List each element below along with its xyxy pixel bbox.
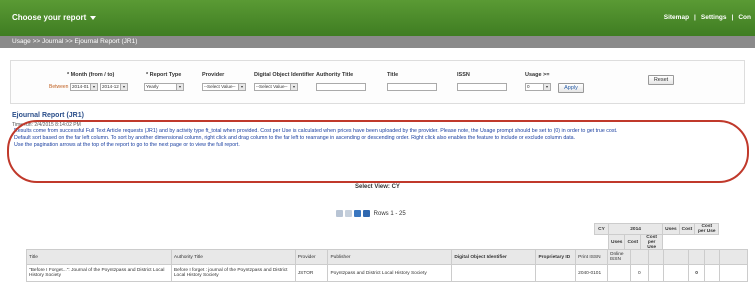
usage-label: Usage >= xyxy=(525,72,550,78)
choose-report-menu[interactable]: Choose your report xyxy=(12,13,97,22)
cell-doi xyxy=(451,264,537,282)
select-view[interactable]: Select View: CY xyxy=(355,184,400,190)
settings-link[interactable]: Settings xyxy=(701,14,727,21)
first-page-icon[interactable] xyxy=(336,210,343,217)
report-type-select[interactable]: Yearly xyxy=(144,83,184,91)
breadcrumb-bar: Usage >> Journal >> Ejournal Report (JR1… xyxy=(0,36,755,48)
month-to-select[interactable]: 2014-12 xyxy=(100,83,128,91)
col-authority-title[interactable]: Authority Title xyxy=(170,249,296,265)
month-label: * Month (from / to) xyxy=(67,72,115,78)
top-links: Sitemap | Settings | Con xyxy=(663,14,751,21)
cell-title: "Before I Forget...": Journal of the Poy… xyxy=(26,264,172,282)
highlight-oval xyxy=(7,120,749,183)
col-doi[interactable]: Digital Object Identifier xyxy=(451,249,537,265)
between-label: Between xyxy=(49,84,69,90)
usage-select[interactable]: 0 xyxy=(525,83,551,91)
cell-print-issn: 2040-0101 xyxy=(575,264,608,282)
cpu-total-header: Cost per Use xyxy=(694,223,720,235)
breadcrumb[interactable]: Usage >> Journal >> Ejournal Report (JR1… xyxy=(12,38,137,45)
report-table: Title Authority Title Provider Publisher… xyxy=(26,249,749,282)
cost-total-header: Cost xyxy=(678,223,696,235)
table-header-row: Title Authority Title Provider Publisher… xyxy=(26,249,749,265)
pagination: Rows 1 - 25 xyxy=(336,210,406,217)
sitemap-link[interactable]: Sitemap xyxy=(664,14,689,21)
apply-button[interactable]: Apply xyxy=(558,83,584,93)
reset-button[interactable]: Reset xyxy=(648,75,674,85)
col-print-issn[interactable]: Print ISSN xyxy=(575,249,608,265)
title-label: Title xyxy=(387,72,399,78)
title-input[interactable] xyxy=(387,83,437,91)
col-online-issn[interactable]: Online ISSN xyxy=(606,249,632,265)
filter-panel: * Month (from / to) Between 2014-01 2014… xyxy=(10,60,745,104)
measure-header: CY 2014 Uses Cost Cost per Use Uses Cost… xyxy=(594,223,720,251)
chevron-down-icon xyxy=(90,15,97,20)
col-proprietary-id[interactable]: Proprietary ID xyxy=(535,249,577,265)
top-bar: Choose your report Sitemap | Settings | Con xyxy=(0,0,755,36)
cell-provider: JSTOR xyxy=(294,264,329,282)
authority-title-input[interactable] xyxy=(316,83,366,91)
cell-online-issn xyxy=(606,264,632,282)
cell-authority-title: Before I forget : journal of the Poyntzp… xyxy=(170,264,296,282)
doi-label: Digital Object Identifier xyxy=(254,72,315,78)
provider-label: Provider xyxy=(202,72,225,78)
cell-proprietary-id xyxy=(535,264,577,282)
report-type-label: * Report Type xyxy=(146,72,182,78)
report-title: Ejournal Report (JR1) xyxy=(12,112,84,119)
authority-title-label: Authority Title xyxy=(316,72,354,78)
previous-page-icon[interactable] xyxy=(345,210,352,217)
col-provider[interactable]: Provider xyxy=(294,249,329,265)
last-page-icon[interactable] xyxy=(363,210,370,217)
cell-uses-2014: 0 xyxy=(630,264,649,282)
next-page-icon[interactable] xyxy=(354,210,361,217)
col-publisher[interactable]: Publisher xyxy=(327,249,453,265)
uses-total-header: Uses xyxy=(662,223,680,235)
rows-label: Rows 1 - 25 xyxy=(373,211,406,218)
provider-select[interactable]: --Select Value-- xyxy=(202,83,246,91)
year-cell: 2014 xyxy=(607,223,664,235)
contact-link[interactable]: Con xyxy=(738,14,751,21)
issn-input[interactable] xyxy=(457,83,507,91)
month-from-select[interactable]: 2014-01 xyxy=(70,83,98,91)
doi-select[interactable]: --Select Value-- xyxy=(254,83,298,91)
col-title[interactable]: Title xyxy=(26,249,172,265)
table-row[interactable]: "Before I Forget...": Journal of the Poy… xyxy=(26,264,749,282)
issn-label: ISSN xyxy=(457,72,470,78)
cell-uses-total: 0 xyxy=(688,264,705,282)
cy-cell: CY xyxy=(594,223,609,235)
cell-publisher: Poyntzpass and District Local History So… xyxy=(327,264,453,282)
choose-report-label: Choose your report xyxy=(12,13,87,22)
